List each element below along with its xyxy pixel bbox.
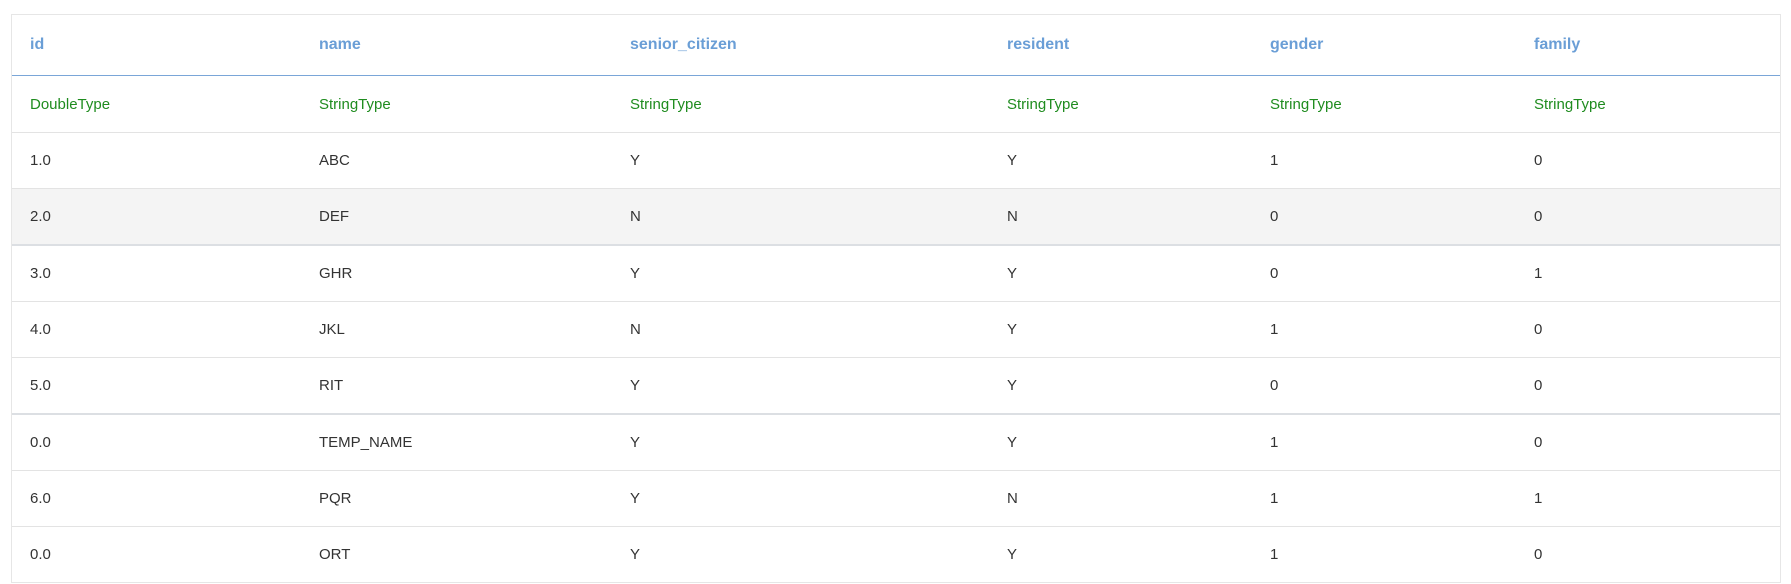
table-cell-resident: Y <box>989 357 1252 415</box>
table-cell-family: 0 <box>1516 132 1780 189</box>
table-cell-gender: 1 <box>1252 301 1516 358</box>
table-cell-id: 6.0 <box>12 470 301 527</box>
table-row[interactable]: 0.0 ORT Y Y 1 0 <box>12 527 1780 583</box>
table-cell-family: 0 <box>1516 301 1780 358</box>
table-cell-senior-citizen: Y <box>630 546 641 563</box>
column-header-resident[interactable]: resident <box>989 15 1252 76</box>
table-cell-family: 0 <box>1516 414 1780 471</box>
table-row[interactable]: 2.0 DEF N N 0 0 <box>12 188 1780 246</box>
table-cell-resident: Y <box>989 132 1252 189</box>
table-cell-family: 0 <box>1516 188 1780 246</box>
table-cell-id: 0.0 <box>12 414 301 471</box>
table-cell-gender: 0 <box>1252 245 1516 302</box>
column-type: StringType <box>612 75 989 133</box>
table-cell-senior-citizen: N <box>612 301 989 358</box>
table-cell-id: 4.0 <box>12 301 301 358</box>
table-cell-name: PQR <box>301 470 612 527</box>
table-cell-name: ORT <box>319 546 351 563</box>
table-row[interactable]: 0.0 TEMP_NAME Y Y 1 0 <box>12 414 1780 471</box>
column-header-senior-citizen[interactable]: senior_citizen <box>612 15 989 76</box>
table-row[interactable]: 3.0 GHR Y Y 0 1 <box>12 245 1780 302</box>
column-type: StringType <box>1252 75 1516 133</box>
table-cell-gender: 1 <box>1252 470 1516 527</box>
table-cell-senior-citizen: Y <box>612 357 989 415</box>
table-cell-family: 0 <box>1534 546 1543 563</box>
table-cell-name: ABC <box>301 132 612 189</box>
column-header-id[interactable]: id <box>12 15 301 76</box>
table-cell-id: 0.0 <box>30 546 51 563</box>
table-cell-name: JKL <box>301 301 612 358</box>
table-cell-gender: 1 <box>1252 132 1516 189</box>
table-cell-id: 1.0 <box>12 132 301 189</box>
table-cell-resident: Y <box>989 301 1252 358</box>
table-cell-senior-citizen: Y <box>612 470 989 527</box>
table-row[interactable]: 5.0 RIT Y Y 0 0 <box>12 357 1780 415</box>
table-cell-gender: 1 <box>1252 414 1516 471</box>
column-header-name[interactable]: name <box>301 15 612 76</box>
table-cell-name: GHR <box>301 245 612 302</box>
table-cell-id: 3.0 <box>12 245 301 302</box>
table-cell-name: DEF <box>301 188 612 246</box>
table-cell-id: 5.0 <box>12 357 301 415</box>
table-cell-resident: N <box>989 188 1252 246</box>
table-row[interactable]: 1.0 ABC Y Y 1 0 <box>12 132 1780 189</box>
table-cell-name: RIT <box>301 357 612 415</box>
column-header-gender[interactable]: gender <box>1252 15 1516 76</box>
table-cell-resident: Y <box>989 245 1252 302</box>
table-cell-resident: Y <box>1007 546 1018 563</box>
data-table-container: id name senior_citizen resident gender f… <box>11 14 1781 583</box>
type-row: DoubleType StringType StringType StringT… <box>12 75 1780 133</box>
table-cell-senior-citizen: Y <box>612 414 989 471</box>
column-type: StringType <box>1516 75 1780 133</box>
table-cell-gender: 1 <box>1270 546 1279 563</box>
data-table: id name senior_citizen resident gender f… <box>12 15 1780 582</box>
table-cell-gender: 0 <box>1252 188 1516 246</box>
table-cell-name: TEMP_NAME <box>301 414 612 471</box>
header-row: id name senior_citizen resident gender f… <box>12 15 1780 76</box>
table-row[interactable]: 4.0 JKL N Y 1 0 <box>12 301 1780 358</box>
table-cell-senior-citizen: N <box>612 188 989 246</box>
column-type: StringType <box>989 75 1252 133</box>
table-cell-family: 0 <box>1516 357 1780 415</box>
table-cell-senior-citizen: Y <box>612 132 989 189</box>
table-cell-id: 2.0 <box>12 188 301 246</box>
table-cell-family: 1 <box>1516 470 1780 527</box>
table-cell-family: 1 <box>1516 245 1780 302</box>
table-row[interactable]: 6.0 PQR Y N 1 1 <box>12 470 1780 527</box>
column-type: StringType <box>301 75 612 133</box>
column-header-family[interactable]: family <box>1516 15 1780 76</box>
column-type: DoubleType <box>12 75 301 133</box>
table-cell-resident: Y <box>989 414 1252 471</box>
table-cell-gender: 0 <box>1252 357 1516 415</box>
table-cell-senior-citizen: Y <box>612 245 989 302</box>
table-cell-resident: N <box>989 470 1252 527</box>
